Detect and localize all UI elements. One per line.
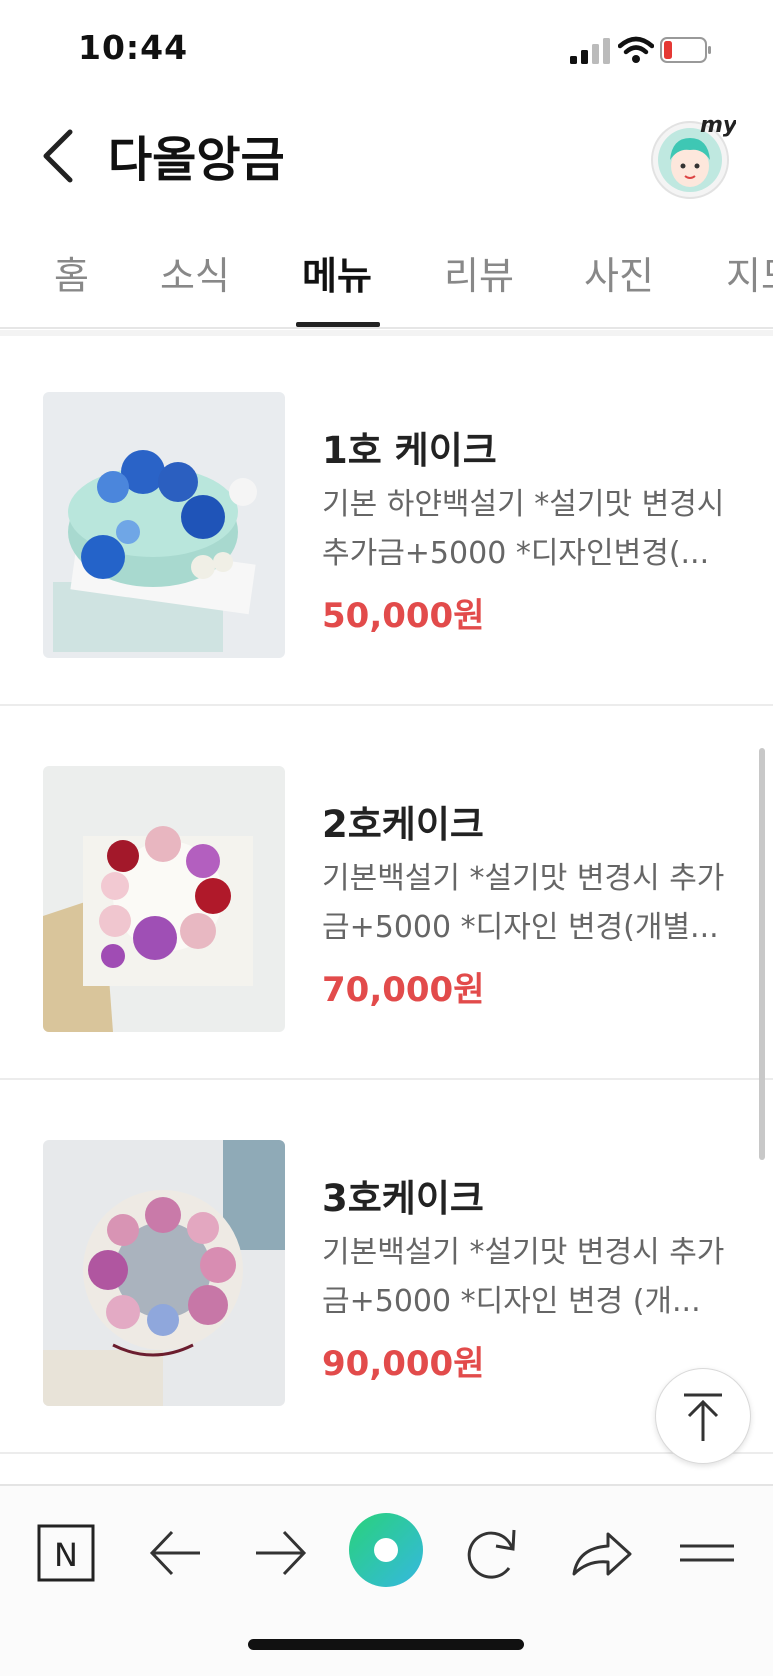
menu-item-name: 3호케이크: [322, 1177, 484, 1220]
status-time: 10:44: [78, 28, 189, 67]
green-dot-icon[interactable]: [346, 1510, 426, 1590]
scroll-top-button[interactable]: [655, 1368, 751, 1464]
tab-photo[interactable]: 사진: [584, 245, 654, 300]
menu-item-desc: 기본백설기 *설기맛 변경시 추가금+5000 *디자인 변경 (개...: [322, 1235, 725, 1319]
tab-review[interactable]: 리뷰: [444, 245, 514, 300]
naver-n-icon[interactable]: N: [32, 1518, 102, 1588]
svg-text:N: N: [54, 1536, 78, 1574]
reload-icon[interactable]: [456, 1518, 526, 1588]
menu-item-desc: 기본백설기 *설기맛 변경시 추가금+5000 *디자인 변경(개별...: [322, 861, 725, 945]
avatar-my-label: my: [700, 114, 736, 138]
my-profile-avatar[interactable]: my: [650, 114, 736, 200]
arrow-up-icon: [684, 1393, 722, 1441]
menu-item-price: 50,000원: [322, 596, 485, 636]
menu-item[interactable]: 2호케이크 기본백설기 *설기맛 변경시 추가금+5000 *디자인 변경(개별…: [0, 704, 773, 1080]
store-header: 다올앙금 my: [0, 100, 773, 210]
active-tab-indicator: [296, 322, 380, 327]
home-indicator: [248, 1639, 524, 1650]
menu-icon[interactable]: [672, 1518, 742, 1588]
menu-item[interactable]: 1호 케이크 기본 하얀백설기 *설기맛 변경시 추가금+5000 *디자인변경…: [0, 330, 773, 706]
menu-item-name: 1호 케이크: [322, 429, 497, 472]
menu-item-desc: 기본 하얀백설기 *설기맛 변경시 추가금+5000 *디자인변경(...: [322, 487, 725, 571]
share-icon[interactable]: [566, 1518, 636, 1588]
menu-item-price: 70,000원: [322, 970, 485, 1010]
store-title: 다올앙금: [108, 132, 285, 188]
signal-icon: [570, 38, 610, 64]
status-bar: 10:44: [0, 0, 773, 100]
tab-bar: 홈 소식 메뉴 리뷰 사진 지도: [0, 215, 773, 329]
cake-photo-2: [43, 766, 285, 1032]
tab-map[interactable]: 지도: [726, 245, 773, 300]
tab-home[interactable]: 홈: [54, 245, 89, 300]
forward-arrow-icon[interactable]: [246, 1518, 316, 1588]
menu-item-name: 2호케이크: [322, 803, 484, 846]
tab-news[interactable]: 소식: [160, 245, 230, 300]
cake-photo-1: [43, 392, 285, 658]
tab-menu[interactable]: 메뉴: [302, 245, 372, 300]
cake-photo-3: [43, 1140, 285, 1406]
battery-icon: [660, 37, 711, 63]
back-chevron-icon[interactable]: [38, 126, 78, 186]
back-arrow-icon[interactable]: [140, 1518, 210, 1588]
menu-item-price: 90,000원: [322, 1344, 485, 1384]
wifi-icon: [618, 36, 654, 63]
scrollbar[interactable]: [759, 748, 765, 1160]
